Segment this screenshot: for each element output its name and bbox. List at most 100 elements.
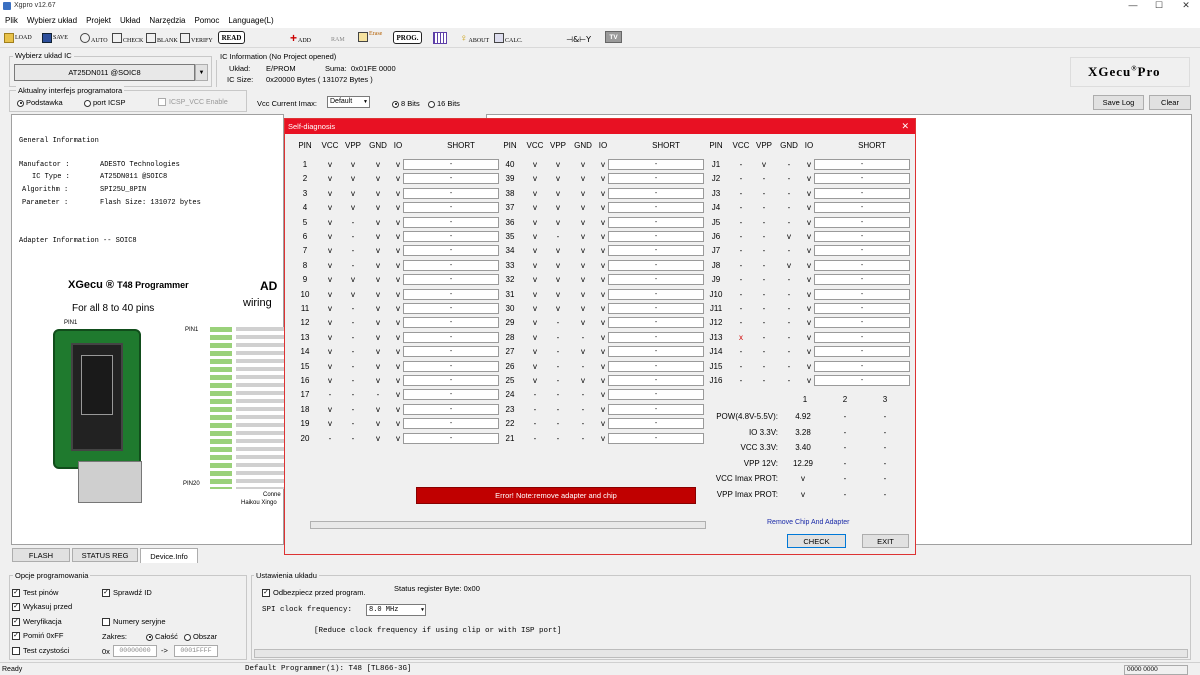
- diag-vcc-value: -: [739, 174, 743, 184]
- short-field: -: [814, 288, 910, 300]
- test-clean-checkbox[interactable]: Test czystości: [12, 646, 69, 656]
- diag-vpp-value: -: [556, 376, 560, 385]
- verify-button[interactable]: VERIFY: [180, 29, 213, 47]
- status-programmer: Default Programmer(1): T48 [TL866-3G]: [245, 665, 412, 673]
- clear-button[interactable]: Clear: [1149, 95, 1191, 110]
- check-id-checkbox[interactable]: ✓ Sprawdź ID: [102, 588, 152, 598]
- verify-checkbox[interactable]: ✓ Weryfikacja: [12, 617, 62, 627]
- add-button[interactable]: + ADD: [290, 29, 311, 47]
- short-field: -: [608, 216, 704, 228]
- diag-gnd-value: -: [581, 404, 585, 414]
- radio-icon: [17, 99, 24, 107]
- diag-pin-value: 24: [505, 390, 515, 400]
- algorithm-label: Algorithm :: [22, 186, 69, 194]
- diag-gnd-value: -: [581, 361, 585, 371]
- erase-button[interactable]: Erase: [358, 28, 382, 46]
- diag-vpp-value: v: [556, 275, 560, 285]
- unprotect-checkbox[interactable]: ✓ Odbezpiecz przed program.: [262, 588, 366, 598]
- podstawka-radio[interactable]: Podstawka: [17, 98, 63, 107]
- maximize-button[interactable]: ☐: [1145, 0, 1173, 13]
- folder-icon: [4, 33, 14, 43]
- auto-button[interactable]: AUTO: [80, 29, 108, 47]
- check-button[interactable]: CHECK: [112, 29, 143, 47]
- save-log-button[interactable]: Save Log: [1093, 95, 1144, 110]
- diag-vcc-value: v: [533, 376, 537, 385]
- calc-button[interactable]: CALC.: [494, 29, 523, 47]
- short-field: -: [403, 375, 499, 386]
- diag-vcc-value: -: [739, 188, 743, 198]
- menu-uklad[interactable]: Układ: [120, 16, 140, 25]
- power-value-1: 3.40: [795, 443, 811, 453]
- diag-pin-value: J8: [711, 260, 721, 270]
- read-button[interactable]: READ: [218, 31, 245, 44]
- range-to-field[interactable]: 0001FFFF: [174, 645, 218, 657]
- power-value-3: -: [883, 474, 887, 484]
- chevron-down-icon: ▼: [420, 607, 424, 613]
- check-button[interactable]: CHECK: [787, 534, 846, 548]
- close-window-button[interactable]: ✕: [1172, 0, 1200, 13]
- diag-pin-value: 6: [302, 232, 308, 241]
- diag-vpp-value: v: [556, 217, 560, 227]
- load-button[interactable]: LOAD: [4, 29, 32, 47]
- tv-button[interactable]: TV: [605, 31, 622, 43]
- vcc-imax-select[interactable]: Default ▼: [327, 96, 370, 108]
- diag-pin-value: 11: [300, 304, 310, 313]
- erase-icon: [358, 32, 368, 42]
- diag-gnd-value: v: [787, 232, 791, 241]
- blank-button[interactable]: BLANK: [146, 29, 178, 47]
- test-pins-checkbox[interactable]: ✓ Test pinów: [12, 588, 58, 598]
- save-button[interactable]: SAVE: [42, 29, 68, 47]
- diag-vcc-value: -: [739, 318, 743, 328]
- col-header-short: SHORT: [858, 141, 886, 150]
- diag-pin-value: J15: [709, 361, 723, 371]
- vcc-imax-label: Vcc Current Imax:: [257, 99, 318, 108]
- diag-vcc-value: v: [328, 203, 332, 213]
- chip-select-dropdown[interactable]: ▼: [195, 64, 208, 81]
- range-area-radio[interactable]: Obszar: [184, 632, 217, 641]
- range-from-field[interactable]: 00000000: [113, 645, 157, 657]
- power-value-1: 3.28: [795, 427, 811, 437]
- diag-vpp-value: -: [351, 332, 355, 342]
- short-field: -: [403, 331, 499, 343]
- spi-clock-select[interactable]: 8.0 MHz ▼: [366, 604, 426, 616]
- about-button[interactable]: ♀ ABOUT: [460, 29, 489, 47]
- 16bits-radio[interactable]: 16 Bits: [428, 99, 460, 108]
- short-field: -: [403, 231, 499, 242]
- logic-test-button[interactable]: ⊣&⊢Y: [566, 30, 591, 48]
- dialog-close-icon[interactable]: ✕: [901, 119, 909, 134]
- menu-pomoc[interactable]: Pomoc: [194, 16, 219, 25]
- diag-pin-value: J6: [711, 232, 721, 241]
- menu-projekt[interactable]: Projekt: [86, 16, 111, 25]
- chip-config-button[interactable]: [433, 29, 447, 47]
- minimize-button[interactable]: —: [1118, 0, 1148, 13]
- skip-ff-checkbox[interactable]: ✓ Pomiń 0xFF: [12, 631, 63, 641]
- icsp-vcc-checkbox[interactable]: ICSP_VCC Enable: [158, 98, 228, 106]
- prog-button[interactable]: PROG.: [393, 31, 422, 44]
- diag-pin-value: 8: [302, 260, 308, 270]
- short-field: -: [403, 403, 499, 415]
- exit-button[interactable]: EXIT: [862, 534, 909, 548]
- short-field: -: [403, 159, 499, 170]
- 8bits-radio[interactable]: 8 Bits: [392, 99, 420, 108]
- diag-vpp-value: -: [556, 404, 560, 414]
- power-value-1: v: [801, 490, 805, 499]
- menu-wybierz-uklad[interactable]: Wybierz układ: [27, 16, 77, 25]
- menu-language[interactable]: Language(L): [228, 16, 273, 25]
- tab-flash[interactable]: FLASH: [12, 548, 70, 562]
- ram-button[interactable]: RAM: [331, 31, 345, 49]
- diag-gnd-value: -: [787, 289, 791, 299]
- diag-vcc-value: v: [328, 232, 332, 241]
- erase-before-checkbox[interactable]: ✓ Wykasuj przed: [12, 602, 72, 612]
- tab-status-reg[interactable]: STATUS REG: [72, 548, 138, 562]
- tab-device-info[interactable]: Device.Info: [140, 548, 198, 563]
- menu-plik[interactable]: Plik: [5, 16, 18, 25]
- range-all-radio[interactable]: Całość: [146, 632, 178, 641]
- port-icsp-radio[interactable]: port ICSP: [84, 98, 126, 107]
- diag-gnd-value: -: [787, 376, 791, 385]
- menu-narzedzia[interactable]: Narzędzia: [149, 16, 185, 25]
- info-panel: General Information Manufactor : ADESTO …: [11, 114, 284, 545]
- chip-select-field[interactable]: AT25DN011 @SOIC8: [14, 64, 195, 81]
- diag-pin-value: 26: [505, 361, 515, 371]
- serial-numbers-checkbox[interactable]: Numery seryjne: [102, 617, 166, 627]
- diagram-ad-text: AD: [260, 279, 278, 293]
